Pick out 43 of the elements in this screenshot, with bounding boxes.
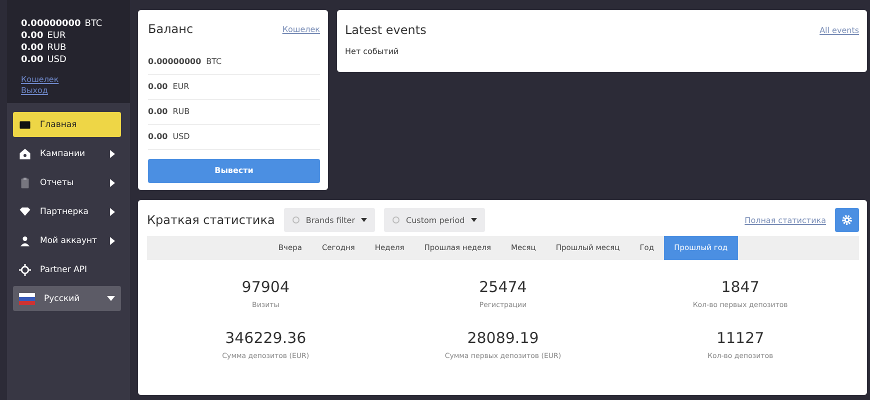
sidebar-link[interactable]: Кошелек	[21, 74, 59, 85]
person-icon	[19, 234, 31, 246]
balance-row: 0.00 RUB	[148, 100, 320, 125]
balance-text: 0.00 USD	[21, 54, 68, 66]
settings-icon	[841, 214, 853, 226]
circle-icon	[392, 216, 400, 224]
crosshair-icon	[19, 264, 31, 276]
menu-item[interactable]: Partner API	[13, 257, 121, 282]
balance-text: 0.00000000 BTC	[21, 18, 104, 30]
card-title: Latest events	[345, 23, 426, 37]
caret-down-icon	[361, 218, 367, 222]
card-title: Баланс	[148, 22, 194, 36]
balance-text: 0.00 EUR	[21, 30, 67, 42]
menu-item[interactable]: Мой аккаунт	[13, 228, 121, 253]
metric-value: 28089.19	[466, 329, 540, 347]
filter-dropdown[interactable]: Brands filter	[284, 208, 375, 232]
metric-value: 1847	[720, 278, 760, 296]
metric-value: 97904	[240, 278, 291, 296]
caret-down-icon	[107, 296, 115, 301]
diamond-icon	[19, 206, 31, 218]
menu-item[interactable]: Партнерка	[13, 199, 121, 224]
menu-item[interactable]: Кампании	[13, 141, 121, 166]
caret-down-icon	[470, 218, 477, 222]
balance-row: 0.00 EUR	[148, 75, 320, 100]
balance-row: 0.00 USD	[148, 125, 320, 150]
settings-button[interactable]	[835, 208, 859, 232]
metric-value: 25474	[478, 278, 528, 296]
folder-icon	[19, 118, 31, 130]
empty-message: Нет событий	[345, 47, 400, 56]
circle-icon	[292, 216, 300, 224]
home-icon	[19, 148, 31, 160]
balance-text: 0.00 RUB	[21, 42, 68, 54]
flag-icon	[19, 292, 35, 304]
menu-item[interactable]: Отчеты	[13, 170, 121, 195]
balance-row: 0.00000000 BTC	[148, 50, 320, 75]
metric-value: 11127	[715, 329, 766, 347]
sidebar-link[interactable]: Выход	[21, 85, 48, 96]
filter-dropdown[interactable]: Custom period	[384, 208, 485, 232]
language-dropdown[interactable]: Русский	[13, 286, 121, 311]
metric-value: 346229.36	[224, 329, 308, 347]
menu-item[interactable]: Главная	[13, 112, 121, 137]
card-title: Краткая статистика	[147, 213, 275, 227]
clipboard-icon	[19, 176, 31, 188]
